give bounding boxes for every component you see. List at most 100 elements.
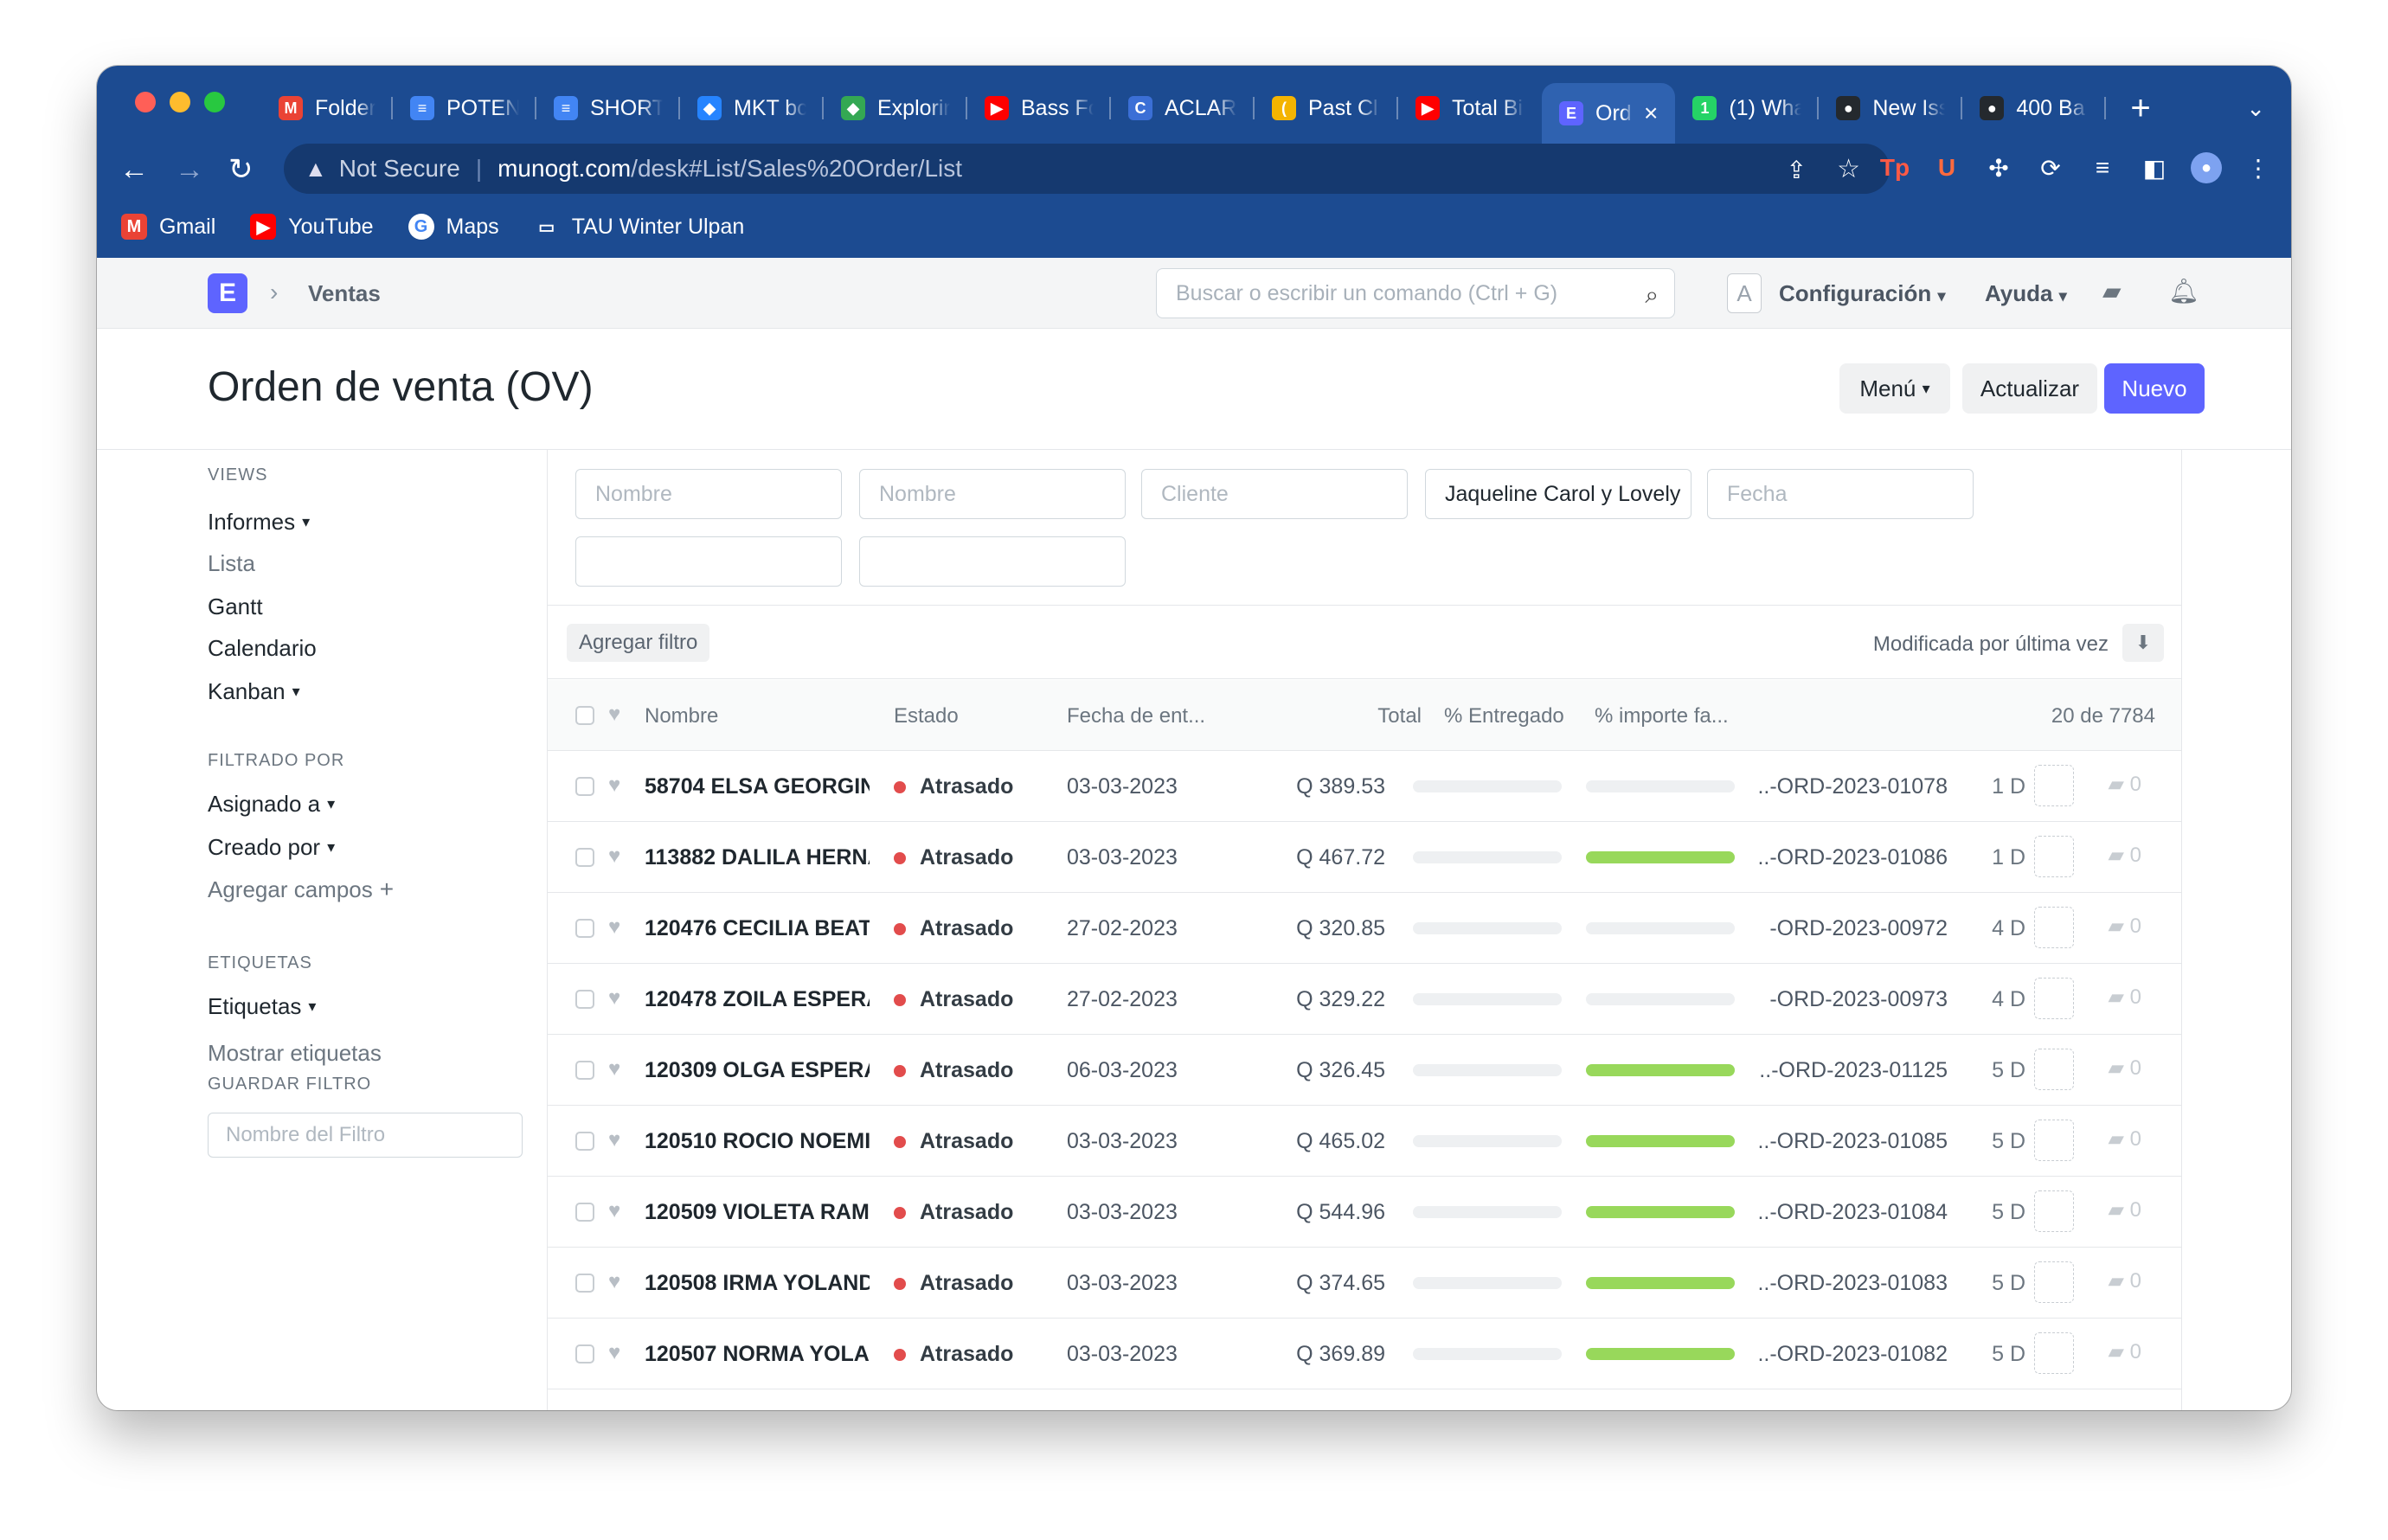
search-input[interactable]: Buscar o escribir un comando (Ctrl + G) … bbox=[1156, 268, 1675, 318]
comment-count[interactable]: ▰ 0 bbox=[2109, 1056, 2142, 1081]
sidebar-item-lista[interactable]: Lista bbox=[208, 550, 255, 577]
comment-count[interactable]: ▰ 0 bbox=[2109, 772, 2142, 797]
heart-icon[interactable]: ♥ bbox=[608, 773, 620, 798]
table-row[interactable]: ♥ 120476 CECILIA BEATRIZ Atrasado 27-02-202… bbox=[548, 893, 2181, 964]
menu-button[interactable]: Menú ▾ bbox=[1839, 363, 1950, 414]
order-title[interactable]: 120509 VIOLETA RAMIREZ bbox=[645, 1200, 870, 1225]
browser-tab[interactable]: ● New Iss bbox=[1819, 83, 1963, 133]
minimize-window-button[interactable] bbox=[170, 92, 190, 112]
header-name[interactable]: Nombre bbox=[645, 704, 718, 728]
filter-name-input[interactable]: Nombre del Filtro bbox=[208, 1113, 523, 1158]
address-bar[interactable]: ▲ Not Secure | munogt.com /desk#List/Sal… bbox=[284, 144, 1890, 194]
heart-icon[interactable]: ♥ bbox=[608, 915, 620, 940]
heart-icon[interactable]: ♥ bbox=[608, 844, 620, 869]
browser-tab[interactable]: (Past Cl bbox=[1255, 83, 1398, 133]
header-total[interactable]: Total bbox=[1337, 704, 1422, 728]
browser-tab[interactable]: ◆ MKT bc bbox=[680, 83, 824, 133]
u-extension-icon[interactable]: U bbox=[1931, 154, 1962, 182]
row-checkbox[interactable] bbox=[575, 1061, 594, 1080]
profile-avatar[interactable]: ● bbox=[2191, 152, 2222, 183]
filter-name-field[interactable]: Nombre bbox=[575, 469, 842, 519]
browser-tab[interactable]: ● 400 Ba bbox=[1962, 83, 2107, 133]
sort-order-icon[interactable]: ⬇ bbox=[2122, 624, 2164, 662]
row-checkbox[interactable] bbox=[575, 1203, 594, 1222]
close-tab-icon[interactable]: × bbox=[1644, 99, 1658, 127]
table-row[interactable]: ♥ 120508 IRMA YOLANDA Atrasado 03-03-2023 Q … bbox=[548, 1248, 2181, 1319]
heart-icon[interactable]: ♥ bbox=[608, 986, 620, 1011]
help-menu[interactable]: Ayuda ▾ bbox=[1985, 280, 2067, 307]
heart-icon[interactable]: ♥ bbox=[608, 703, 620, 727]
sidebar-item-informes[interactable]: Informes ▾ bbox=[208, 509, 310, 536]
bookmark-item[interactable]: M Gmail bbox=[121, 214, 215, 240]
table-row[interactable]: ♥ 120510 ROCIO NOEMI Atrasado 03-03-2023 Q 4… bbox=[548, 1106, 2181, 1177]
table-row[interactable]: ♥ 113882 DALILA HERNANDEZ Atrasado 03-03-20… bbox=[548, 822, 2181, 893]
add-fields-button[interactable]: Agregar campos + bbox=[208, 876, 394, 903]
assign-avatar-placeholder[interactable] bbox=[2034, 1049, 2074, 1090]
sidebar-item-gantt[interactable]: Gantt bbox=[208, 594, 263, 620]
row-checkbox[interactable] bbox=[575, 919, 594, 938]
heart-icon[interactable]: ♥ bbox=[608, 1341, 620, 1365]
assign-avatar-placeholder[interactable] bbox=[2034, 1332, 2074, 1374]
show-tags-link[interactable]: Mostrar etiquetas bbox=[208, 1040, 382, 1067]
assign-avatar-placeholder[interactable] bbox=[2034, 1190, 2074, 1232]
zoom-window-button[interactable] bbox=[204, 92, 225, 112]
header-status[interactable]: Estado bbox=[894, 704, 959, 728]
header-delivered[interactable]: % Entregado bbox=[1444, 704, 1564, 728]
tp-extension-icon[interactable]: Tp bbox=[1879, 154, 1910, 182]
order-title[interactable]: 120510 ROCIO NOEMI bbox=[645, 1129, 870, 1154]
bookmark-item[interactable]: ▭ TAU Winter Ulpan bbox=[534, 214, 744, 240]
close-window-button[interactable] bbox=[135, 92, 156, 112]
new-tab-icon[interactable]: + bbox=[2130, 91, 2150, 125]
row-checkbox[interactable] bbox=[575, 1132, 594, 1151]
assign-avatar-placeholder[interactable] bbox=[2034, 765, 2074, 806]
assign-avatar-placeholder[interactable] bbox=[2034, 1261, 2074, 1303]
order-title[interactable]: 113882 DALILA HERNANDEZ bbox=[645, 845, 870, 870]
comment-count[interactable]: ▰ 0 bbox=[2109, 1339, 2142, 1364]
reading-list-icon[interactable]: ≡ bbox=[2087, 154, 2118, 182]
table-row[interactable]: ♥ 58704 ELSA GEORGINA Atrasado 03-03-2023 Q … bbox=[548, 751, 2181, 822]
comment-count[interactable]: ▰ 0 bbox=[2109, 985, 2142, 1010]
filter-empty-field-2[interactable] bbox=[859, 536, 1126, 587]
comment-count[interactable]: ▰ 0 bbox=[2109, 1126, 2142, 1152]
new-button[interactable]: Nuevo bbox=[2104, 363, 2205, 414]
browser-tab[interactable]: ≡ SHORT bbox=[536, 83, 680, 133]
more-menu-icon[interactable]: ⋮ bbox=[2243, 154, 2274, 183]
assign-avatar-placeholder[interactable] bbox=[2034, 978, 2074, 1019]
table-row[interactable]: ♥ 120507 NORMA YOLANDA Atrasado 03-03-2023 Q… bbox=[548, 1319, 2181, 1389]
browser-tab[interactable]: C ACLAR. bbox=[1111, 83, 1255, 133]
app-logo[interactable]: E bbox=[208, 273, 247, 313]
sidebar-item-created-by[interactable]: Creado por ▾ bbox=[208, 834, 335, 861]
sidebar-item-calendario[interactable]: Calendario bbox=[208, 635, 317, 662]
row-checkbox[interactable] bbox=[575, 1344, 594, 1364]
browser-tab[interactable]: ▶ Bass Fo bbox=[967, 83, 1111, 133]
assign-avatar-placeholder[interactable] bbox=[2034, 836, 2074, 877]
row-checkbox[interactable] bbox=[575, 848, 594, 867]
refresh-button[interactable]: Actualizar bbox=[1962, 363, 2097, 414]
side-panel-icon[interactable]: ◧ bbox=[2139, 154, 2170, 183]
sort-selector[interactable]: Modificada por última vez bbox=[1873, 632, 2109, 657]
comment-count[interactable]: ▰ 0 bbox=[2109, 914, 2142, 939]
comment-count[interactable]: ▰ 0 bbox=[2109, 843, 2142, 868]
heart-icon[interactable]: ♥ bbox=[608, 1128, 620, 1152]
order-title[interactable]: 120476 CECILIA BEATRIZ bbox=[645, 916, 870, 941]
filter-name-field-2[interactable]: Nombre bbox=[859, 469, 1126, 519]
add-filter-button[interactable]: Agregar filtro bbox=[567, 624, 710, 662]
order-title[interactable]: 120507 NORMA YOLANDA bbox=[645, 1342, 870, 1367]
puzzle-icon[interactable]: ✣ bbox=[1983, 154, 2014, 183]
order-title[interactable]: 58704 ELSA GEORGINA bbox=[645, 774, 870, 799]
notification-bell-icon[interactable]: 🔔︎ bbox=[2168, 277, 2199, 305]
bookmark-star-icon[interactable]: ☆ bbox=[1837, 154, 1860, 184]
heart-icon[interactable]: ♥ bbox=[608, 1199, 620, 1223]
browser-tab[interactable]: ≡ POTEN bbox=[393, 83, 536, 133]
filter-empty-field[interactable] bbox=[575, 536, 842, 587]
settings-menu[interactable]: Configuración ▾ bbox=[1779, 280, 1946, 307]
sidebar-item-kanban[interactable]: Kanban ▾ bbox=[208, 678, 300, 705]
comment-count[interactable]: ▰ 0 bbox=[2109, 1197, 2142, 1222]
chat-icon[interactable]: ▰ bbox=[2102, 277, 2122, 305]
browser-tab[interactable]: M Folder bbox=[261, 83, 393, 133]
heart-icon[interactable]: ♥ bbox=[608, 1057, 620, 1081]
browser-tab[interactable]: ◆ Explorir bbox=[824, 83, 967, 133]
sync-icon[interactable]: ⟳ bbox=[2035, 154, 2066, 183]
breadcrumb[interactable]: Ventas bbox=[308, 280, 381, 307]
filter-customer-field[interactable]: Cliente bbox=[1141, 469, 1408, 519]
